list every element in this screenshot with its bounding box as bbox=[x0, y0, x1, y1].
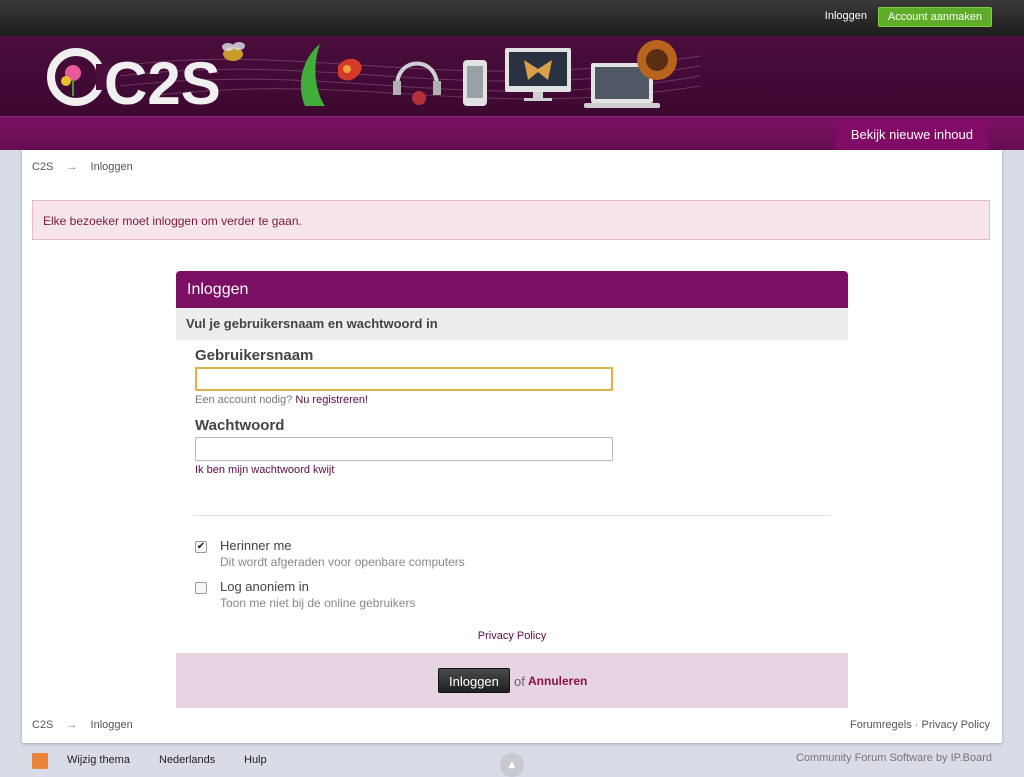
register-link[interactable]: Nu registreren! bbox=[295, 394, 368, 406]
user-bar: Inloggen Account aanmaken bbox=[0, 0, 1024, 36]
form-divider bbox=[193, 515, 831, 516]
breadcrumb: C2S → Inloggen bbox=[32, 161, 143, 173]
breadcrumb-bottom: C2S → Inloggen bbox=[32, 719, 143, 731]
privacy-policy-link[interactable]: Privacy Policy bbox=[176, 630, 848, 642]
logo-link[interactable]: C2S bbox=[47, 48, 221, 116]
create-account-button[interactable]: Account aanmaken bbox=[877, 7, 992, 27]
change-theme-link[interactable]: Wijzig thema bbox=[67, 754, 130, 766]
anonymous-login-label: Log anoniem in bbox=[220, 579, 309, 594]
username-label: Gebruikersnaam bbox=[195, 347, 314, 364]
login-subtitle: Vul je gebruikersnaam en wachtwoord in bbox=[176, 308, 848, 340]
c2s-logo: C2S bbox=[47, 48, 221, 116]
breadcrumb-separator: → bbox=[66, 719, 78, 731]
flower-icon bbox=[300, 44, 362, 106]
forgot-password-link[interactable]: Ik ben mijn wachtwoord kwijt bbox=[195, 464, 334, 476]
login-required-message: Elke bezoeker moet inloggen om verder te… bbox=[32, 200, 990, 240]
register-hint: Een account nodig? Nu registreren! bbox=[195, 394, 368, 406]
form-submit-bar: Inloggen of Annuleren bbox=[176, 653, 848, 708]
username-input[interactable] bbox=[195, 367, 613, 391]
login-title: Inloggen bbox=[176, 271, 848, 308]
footer-privacy-link[interactable]: Privacy Policy bbox=[922, 719, 990, 731]
login-submit-button[interactable]: Inloggen bbox=[438, 668, 510, 693]
sunflower-icon bbox=[637, 40, 677, 80]
monitor-icon bbox=[505, 48, 571, 101]
password-input[interactable] bbox=[195, 437, 613, 461]
primary-nav: Bekijk nieuwe inhoud bbox=[0, 116, 1024, 150]
remember-me-label: Herinner me bbox=[220, 538, 292, 553]
breadcrumb-separator: → bbox=[66, 161, 78, 173]
anonymous-login-description: Toon me niet bij de online gebruikers bbox=[220, 596, 416, 610]
language-link[interactable]: Nederlands bbox=[159, 754, 215, 766]
anonymous-login-checkbox[interactable] bbox=[195, 582, 207, 594]
register-hint-text: Een account nodig? bbox=[195, 394, 293, 406]
tab-view-new-content[interactable]: Bekijk nieuwe inhoud bbox=[835, 120, 988, 150]
content-area: C2S → Inloggen Elke bezoeker moet inlogg… bbox=[22, 150, 1002, 743]
arrow-up-icon[interactable]: ▲ bbox=[500, 753, 524, 777]
bee-icon bbox=[222, 42, 245, 61]
breadcrumb-home-link[interactable]: C2S bbox=[32, 719, 53, 731]
banner-artwork: C2S bbox=[47, 40, 701, 116]
breadcrumb-current: Inloggen bbox=[90, 719, 133, 731]
copyright-text: Community Forum Software by IP.Board bbox=[795, 752, 992, 764]
footer-links: Forumregels · Privacy Policy bbox=[850, 719, 990, 731]
page-footer: Wijzig thema Nederlands Hulp ▲ Community… bbox=[0, 743, 1024, 777]
logo-text: C2S bbox=[104, 50, 221, 116]
breadcrumb-home-link[interactable]: C2S bbox=[32, 161, 53, 173]
forum-rules-link[interactable]: Forumregels bbox=[850, 719, 912, 731]
password-label: Wachtwoord bbox=[195, 417, 285, 434]
help-link[interactable]: Hulp bbox=[244, 754, 267, 766]
or-text: of bbox=[514, 674, 525, 689]
headphones-icon bbox=[393, 61, 441, 105]
remember-me-checkbox[interactable]: ✔ bbox=[195, 541, 207, 553]
branding-banner: C2S bbox=[0, 36, 1024, 116]
login-form: Inloggen Vul je gebruikersnaam en wachtw… bbox=[176, 271, 848, 708]
cancel-link[interactable]: Annuleren bbox=[528, 674, 587, 688]
rss-icon[interactable] bbox=[32, 753, 48, 769]
footer-dot: · bbox=[914, 719, 919, 731]
remember-me-description: Dit wordt afgeraden voor openbare comput… bbox=[220, 555, 465, 569]
phone-icon bbox=[463, 60, 487, 106]
breadcrumb-current: Inloggen bbox=[90, 161, 133, 173]
signin-link[interactable]: Inloggen bbox=[825, 10, 867, 22]
